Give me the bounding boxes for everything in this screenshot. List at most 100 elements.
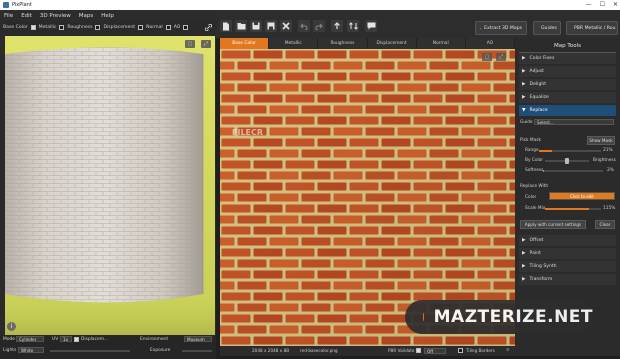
transfer-icon[interactable] [347, 20, 359, 32]
scale-mix-value: 115% [603, 206, 616, 211]
displacement-preview-label: Displacem... [81, 337, 109, 342]
section-color-fixes[interactable]: ▶ Color Fixes [519, 53, 616, 64]
exposure-label: Exposure [150, 348, 171, 353]
extract-3d-maps-button[interactable]: Extract 3D Maps [475, 21, 527, 35]
comment-icon[interactable] [365, 20, 377, 32]
by-color-slider[interactable] [545, 158, 589, 164]
info-icon[interactable]: i [7, 322, 16, 331]
section-delight[interactable]: ▶ Delight [519, 79, 616, 90]
3d-viewport[interactable]: ▢ ⤢ i [5, 36, 215, 336]
section-adjust-label: Adjust [529, 69, 544, 74]
view-select[interactable]: Off [424, 348, 446, 354]
guide-select[interactable]: Select... [534, 119, 614, 125]
viewport-screenshot-icon[interactable]: ▢ [185, 40, 195, 48]
menu-3d-preview[interactable]: 3D Preview [40, 13, 71, 19]
chevron-right-icon: ▶ [522, 238, 526, 243]
ao-toggle-label: AO [173, 25, 181, 30]
mode-select[interactable]: Cylinder [16, 336, 44, 342]
roughness-checkbox[interactable] [95, 25, 101, 30]
texture-zoom-icon[interactable]: ▢ [482, 53, 492, 61]
save-icon[interactable] [250, 20, 262, 32]
section-equalize-label: Equalize [529, 95, 549, 100]
section-delight-label: Delight [529, 82, 547, 87]
tab-displacement[interactable]: Displacement [368, 38, 417, 49]
section-equalize[interactable]: ▶ Equalize [519, 92, 616, 103]
menu-edit[interactable]: Edit [21, 13, 32, 19]
guides-button[interactable]: Guides [533, 21, 561, 35]
settings-icon[interactable]: ⚙ [506, 347, 510, 352]
undo-icon[interactable] [298, 20, 310, 32]
close-icon[interactable] [280, 20, 292, 32]
section-paint[interactable]: ▶ Paint [519, 248, 616, 259]
extract-3d-maps-label: Extract 3D Maps [484, 25, 522, 31]
clear-button[interactable]: Clear [595, 220, 615, 229]
section-paint-label: Paint [529, 251, 541, 256]
normal-toggle-label: Normal [146, 25, 163, 30]
extract-icon [480, 27, 482, 29]
metallic-checkbox[interactable] [59, 25, 65, 30]
scale-mix-label: Scale Mix [525, 206, 546, 211]
range-slider[interactable] [539, 150, 601, 152]
minimize-button[interactable]: — [586, 1, 592, 8]
uv-select[interactable]: 1x [60, 336, 72, 342]
range-value: 21% [603, 148, 613, 153]
scale-mix-slider[interactable] [545, 208, 601, 210]
normal-checkbox[interactable] [165, 25, 171, 30]
tab-normal[interactable]: Normal [417, 38, 466, 49]
color-label: Color [525, 195, 537, 200]
tab-ao[interactable]: AO [466, 38, 516, 49]
pbr-mode-button[interactable]: PBR Metallic / Rou [566, 21, 618, 35]
tiling-borders-checkbox[interactable] [458, 348, 463, 353]
tab-roughness[interactable]: Roughness [318, 38, 368, 49]
exposure-slider[interactable] [182, 350, 212, 352]
new-icon[interactable] [220, 20, 232, 32]
section-transform-label: Transform [529, 277, 553, 282]
base-color-checkbox[interactable] [30, 25, 36, 30]
chevron-right-icon: ▶ [522, 251, 526, 256]
export-icon[interactable] [331, 20, 343, 32]
chevron-right-icon: ▶ [522, 82, 526, 87]
chevron-right-icon: ▶ [522, 56, 526, 61]
displacement-preview-checkbox[interactable] [74, 337, 79, 342]
section-offset[interactable]: ▶ Offset [519, 235, 616, 246]
pick-mask-label: Pick Mask [520, 138, 541, 143]
section-adjust[interactable]: ▶ Adjust [519, 66, 616, 77]
chevron-right-icon: ▶ [522, 264, 526, 269]
texture-maximize-icon[interactable]: ⤢ [496, 53, 506, 61]
menu-bar: File Edit 3D Preview Maps Help [0, 10, 216, 22]
main-toolbar: Extract 3D Maps Guides PBR Metallic / Ro… [216, 10, 620, 38]
metallic-toggle-label: Metallic [38, 25, 57, 30]
menu-file[interactable]: File [4, 13, 13, 19]
show-mask-button[interactable]: Show Mask [587, 136, 615, 145]
brightness-label: Brightness [593, 158, 616, 163]
maximize-button[interactable]: ☐ [600, 1, 605, 8]
save-as-icon[interactable] [265, 20, 277, 32]
close-window-button[interactable]: ✕ [613, 1, 618, 8]
displacement-checkbox[interactable] [138, 25, 144, 30]
environment-select[interactable]: Museum [184, 336, 212, 342]
softness-slider[interactable] [543, 170, 603, 172]
chevron-right-icon: ▶ [522, 69, 526, 74]
replace-color-swatch[interactable]: Click to edit [549, 192, 615, 200]
redo-icon[interactable] [313, 20, 325, 32]
pbr-validate-checkbox[interactable] [416, 348, 421, 353]
section-tiling-synth[interactable]: ▶ Tiling Synth [519, 261, 616, 272]
softness-fill [543, 170, 545, 172]
menu-maps[interactable]: Maps [79, 13, 93, 19]
tab-base-color[interactable]: Base Color [220, 38, 270, 49]
link-icon[interactable] [205, 24, 213, 31]
range-fill [539, 150, 553, 152]
tab-metallic[interactable]: Metallic [269, 38, 319, 49]
apply-button[interactable]: Apply with current settings [520, 220, 586, 229]
by-color-knob[interactable] [565, 158, 569, 164]
brick-cylinder-render [5, 47, 215, 336]
menu-help[interactable]: Help [101, 13, 114, 19]
section-transform[interactable]: ▶ Transform [519, 274, 616, 285]
ao-checkbox[interactable] [183, 25, 189, 30]
viewport-maximize-icon[interactable]: ⤢ [201, 40, 211, 48]
section-replace[interactable]: ▼ Replace [519, 105, 616, 116]
lights-slider[interactable] [50, 350, 130, 352]
lights-select[interactable]: White [18, 347, 44, 353]
open-icon[interactable] [235, 20, 247, 32]
guide-label: Guide [520, 120, 533, 125]
